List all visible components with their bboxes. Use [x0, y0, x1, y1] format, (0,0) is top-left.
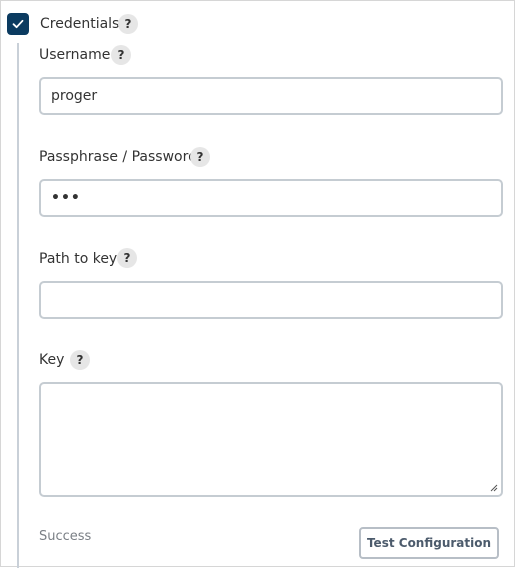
- credentials-help-icon[interactable]: ?: [118, 14, 138, 34]
- path-to-key-input[interactable]: [39, 281, 503, 319]
- path-to-key-help-icon[interactable]: ?: [117, 248, 137, 268]
- username-help-icon[interactable]: ?: [111, 45, 131, 65]
- checkmark-icon: [12, 19, 24, 29]
- password-label: Passphrase / Password: [39, 149, 197, 165]
- key-label: Key: [39, 352, 65, 368]
- password-input[interactable]: •••: [39, 179, 503, 217]
- key-help-icon[interactable]: ?: [70, 350, 90, 370]
- username-input[interactable]: proger: [39, 77, 503, 115]
- credentials-title: Credentials: [40, 16, 120, 32]
- username-label: Username: [39, 47, 111, 63]
- key-textarea[interactable]: [39, 382, 503, 497]
- status-text: Success: [39, 529, 92, 544]
- resize-handle-icon[interactable]: [489, 483, 498, 492]
- section-indent-line: [17, 43, 19, 568]
- password-help-icon[interactable]: ?: [190, 147, 210, 167]
- credentials-checkbox[interactable]: [7, 13, 29, 35]
- password-masked-value: •••: [51, 190, 81, 206]
- path-to-key-label: Path to key: [39, 251, 118, 267]
- test-configuration-button[interactable]: Test Configuration: [359, 527, 499, 559]
- username-value: proger: [51, 88, 98, 104]
